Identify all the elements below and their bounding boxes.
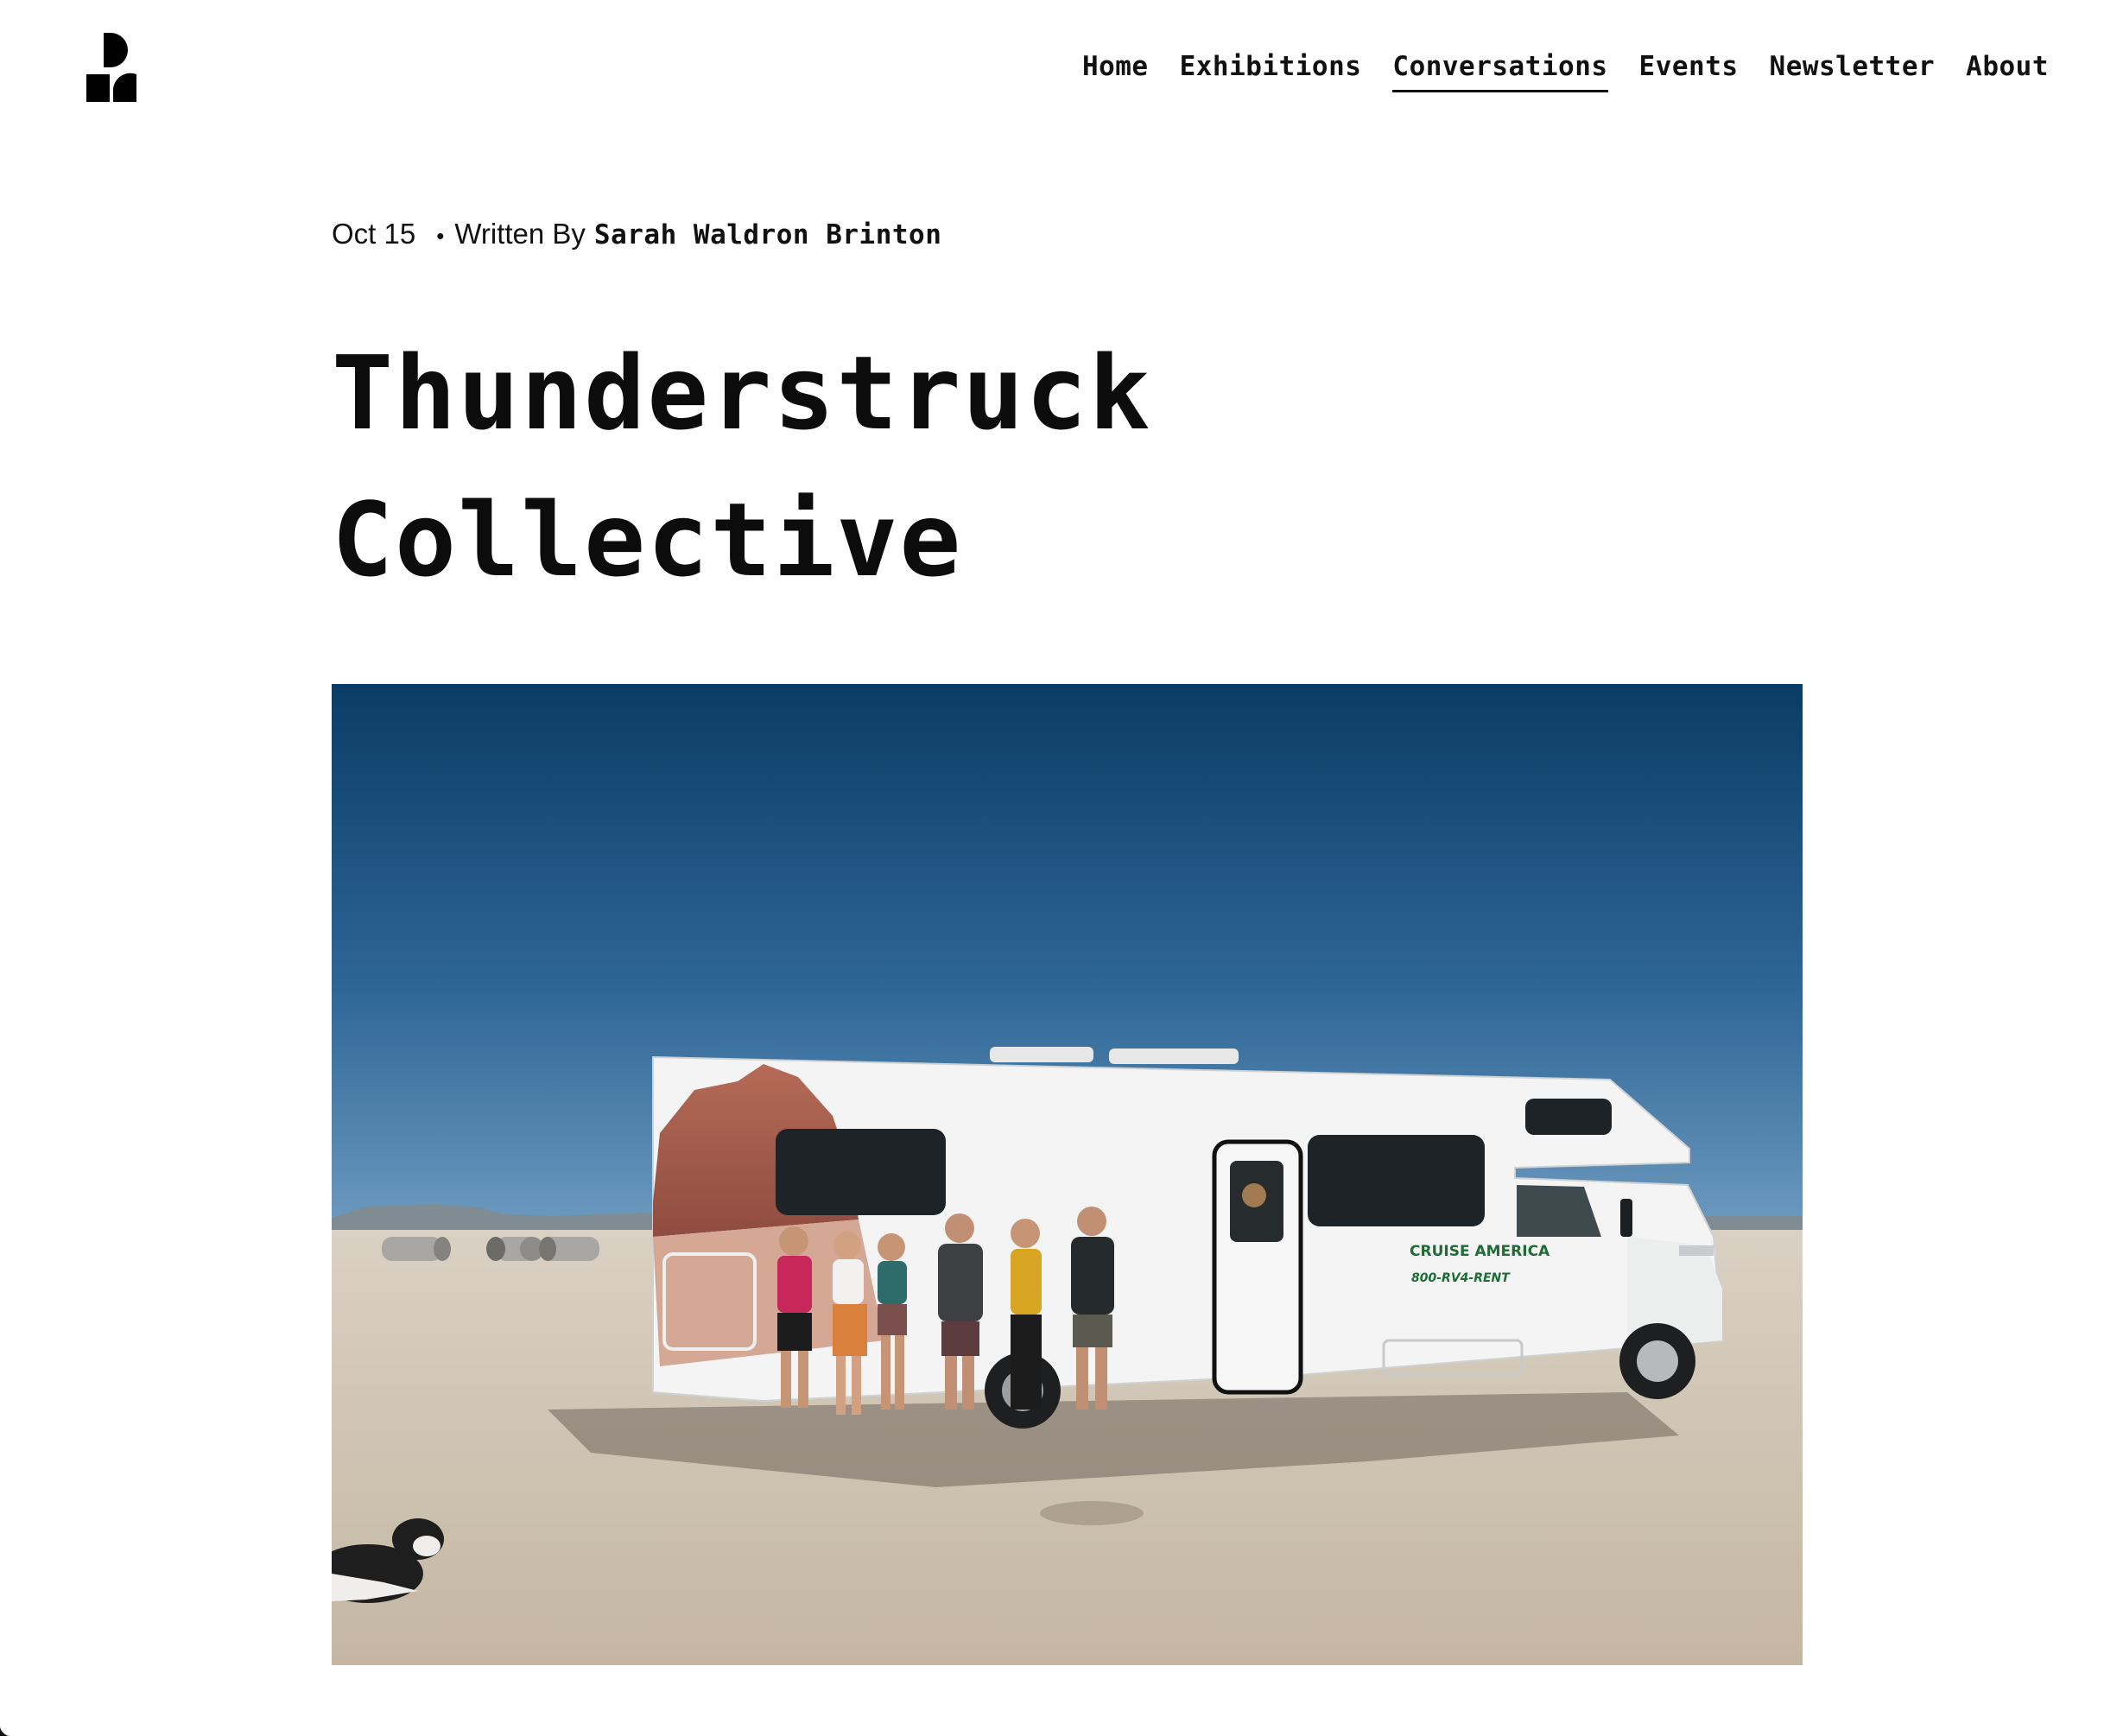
nav-about[interactable]: About [1966, 48, 2049, 90]
logo-bottom-right-shape [112, 73, 136, 102]
written-by-label: Written By [454, 218, 586, 250]
article-title-line-1: Thunderstruck [332, 333, 1152, 453]
author-name[interactable]: Sarah Waldron Brinton [594, 215, 941, 255]
ground-stain [1040, 1501, 1144, 1525]
hero-image: CRUISE AMERICA 800-RV4-RENT [332, 684, 1803, 1665]
nav-newsletter[interactable]: Newsletter [1770, 48, 1936, 90]
page-corner [0, 1724, 12, 1736]
article-meta: Oct 15 • Written By Sarah Waldron Brinto… [332, 214, 941, 256]
rv-logo-text: CRUISE AMERICA [1410, 1243, 1550, 1260]
nav-events[interactable]: Events [1639, 48, 1739, 90]
sun-tunnels [382, 1237, 599, 1261]
logo-top-shape [104, 33, 128, 67]
logo-bottom-left-square [86, 74, 110, 102]
site-logo[interactable] [86, 33, 136, 102]
nav-exhibitions[interactable]: Exhibitions [1180, 48, 1362, 90]
meta-separator: • [436, 223, 445, 249]
rv-phone-text: 800-RV4-RENT [1411, 1271, 1511, 1285]
article-date: Oct 15 [332, 218, 416, 250]
nav-home[interactable]: Home [1082, 48, 1149, 90]
article-title: Thunderstruck Collective [332, 320, 1627, 613]
nav-conversations[interactable]: Conversations [1392, 48, 1608, 92]
article-title-line-2: Collective [332, 480, 963, 599]
main-nav: Home Exhibitions Conversations Events Ne… [1082, 48, 2049, 92]
